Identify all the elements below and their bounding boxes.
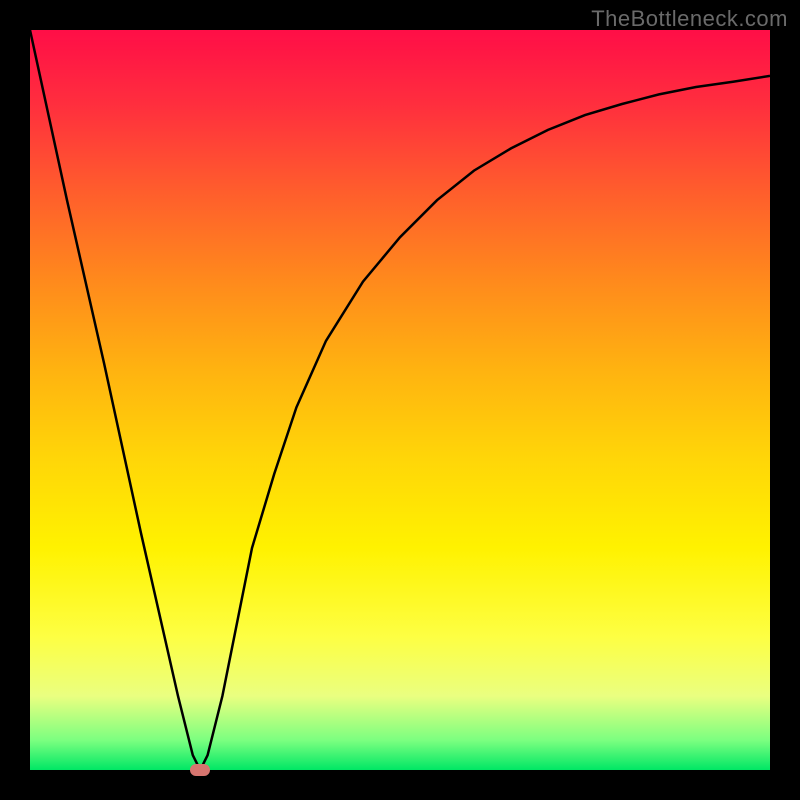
curve-line: [30, 30, 770, 770]
chart-frame: TheBottleneck.com: [0, 0, 800, 800]
plot-area: [30, 30, 770, 770]
watermark-text: TheBottleneck.com: [591, 6, 788, 32]
optimum-marker: [190, 764, 210, 776]
chart-svg: [30, 30, 770, 770]
